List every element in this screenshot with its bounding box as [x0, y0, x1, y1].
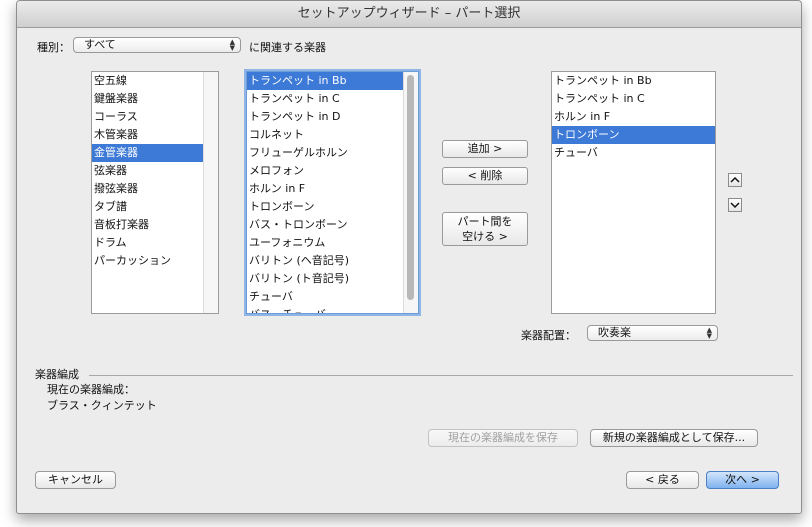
move-up-button[interactable]	[728, 173, 742, 187]
category-list-item[interactable]: 音板打楽器	[92, 216, 204, 234]
ensemble-section-label: 楽器編成	[35, 368, 79, 381]
category-list-item[interactable]: 木管楽器	[92, 126, 204, 144]
category-list-item[interactable]: ドラム	[92, 234, 204, 252]
score-parts-list[interactable]: トランペット in Bb トランペット in C ホルン in F トロンボーン チュー…	[551, 71, 716, 314]
instrument-list-item[interactable]: バス・トロンボーン	[247, 216, 404, 234]
add-space-button[interactable]: パート間を 空ける >	[442, 212, 528, 246]
order-value: 吹奏楽	[598, 326, 631, 339]
chevron-down-icon	[730, 202, 740, 209]
category-list-item[interactable]: 鍵盤楽器	[92, 90, 204, 108]
instrument-list-item[interactable]: コルネット	[247, 126, 404, 144]
instrument-list-item[interactable]: ホルン in F	[247, 180, 404, 198]
category-list-item[interactable]: タブ譜	[92, 198, 204, 216]
category-list-item[interactable]: 空五線	[92, 72, 204, 90]
current-ensemble-value: ブラス・クィンテット	[47, 399, 157, 412]
back-button[interactable]: < 戻る	[626, 471, 699, 489]
category-list-item[interactable]: 金管楽器	[92, 144, 204, 162]
instrument-list-item[interactable]: チューバ	[247, 288, 404, 306]
instrument-list-item[interactable]: トランペット in C	[247, 90, 404, 108]
score-part-list-item[interactable]: トランペット in C	[552, 90, 715, 108]
category-list[interactable]: 空五線 鍵盤楽器 コーラス 木管楽器 金管楽器 弦楽器 撥弦楽器 タブ譜 音板打楽器 ドラム パーカ…	[91, 71, 219, 314]
score-part-list-item[interactable]: チューバ	[552, 144, 715, 162]
instrument-list-scrollbar[interactable]	[403, 72, 418, 313]
instrument-list-item[interactable]: フリューゲルホルン	[247, 144, 404, 162]
chevron-up-icon	[730, 176, 740, 183]
remove-button[interactable]: < 削除	[442, 167, 528, 185]
instrument-list-item[interactable]: トランペット in Bb	[247, 72, 404, 90]
score-part-list-item[interactable]: トランペット in Bb	[552, 72, 715, 90]
updown-arrows-icon: ▲ ▼	[229, 38, 235, 52]
ensemble-divider	[89, 375, 793, 376]
category-list-item[interactable]: 撥弦楽器	[92, 180, 204, 198]
score-part-list-item[interactable]: トロンボーン	[552, 126, 715, 144]
category-list-scrollbar[interactable]	[203, 72, 218, 313]
category-list-item[interactable]: パーカッション	[92, 252, 204, 270]
order-popup[interactable]: 吹奏楽 ▲ ▼	[587, 325, 718, 341]
updown-arrows-icon: ▲ ▼	[706, 326, 712, 340]
category-list-item[interactable]: 弦楽器	[92, 162, 204, 180]
category-list-item[interactable]: コーラス	[92, 108, 204, 126]
instrument-scroll-thumb[interactable]	[407, 75, 414, 300]
add-space-button-line1: パート間を	[457, 215, 513, 228]
instrument-rows: トランペット in Bb トランペット in C トランペット in D コルネットフ…	[247, 72, 418, 313]
move-down-button[interactable]	[728, 198, 742, 212]
add-space-button-line2: 空ける >	[462, 230, 508, 243]
instrument-list-item[interactable]: トランペット in D	[247, 108, 404, 126]
filter-label: 種別：	[37, 41, 70, 54]
current-ensemble-label: 現在の楽器編成：	[47, 383, 135, 396]
score-parts-rows: トランペット in Bb トランペット in C ホルン in F トロンボーン チュー…	[552, 72, 715, 162]
instrument-list-item[interactable]: バリトン (ト音記号)	[247, 270, 404, 288]
add-button[interactable]: 追加 >	[442, 140, 528, 158]
score-part-list-item[interactable]: ホルン in F	[552, 108, 715, 126]
instrument-list-item[interactable]: バス・チューバ	[247, 306, 404, 313]
instrument-list-item[interactable]: トロンボーン	[247, 198, 404, 216]
instrument-list-item[interactable]: バリトン (ヘ音記号)	[247, 252, 404, 270]
instrument-list[interactable]: トランペット in Bb トランペット in C トランペット in D コルネットフ…	[246, 71, 419, 314]
category-filter-value: すべて	[84, 38, 116, 51]
instrument-list-item[interactable]: メロフォン	[247, 162, 404, 180]
next-button[interactable]: 次へ >	[706, 471, 779, 489]
category-filter-popup[interactable]: すべて ▲ ▼	[73, 37, 241, 53]
order-label: 楽器配置：	[521, 329, 576, 342]
filter-suffix: に関連する楽器	[249, 41, 326, 54]
save-new-ensemble-button[interactable]: 新規の楽器編成として保存...	[590, 429, 758, 447]
setup-wizard-window: セットアップウィザード – パート選択 種別： すべて ▲ ▼ に関連する楽器 空…	[16, 0, 802, 514]
instrument-list-item[interactable]: ユーフォニウム	[247, 234, 404, 252]
category-rows: 空五線 鍵盤楽器 コーラス 木管楽器 金管楽器 弦楽器 撥弦楽器 タブ譜 音板打楽器 ドラム パーカ…	[92, 72, 218, 270]
cancel-button[interactable]: キャンセル	[35, 471, 116, 489]
save-current-ensemble-button[interactable]: 現在の楽器編成を保存	[428, 429, 578, 447]
window-title: セットアップウィザード – パート選択	[17, 1, 801, 28]
